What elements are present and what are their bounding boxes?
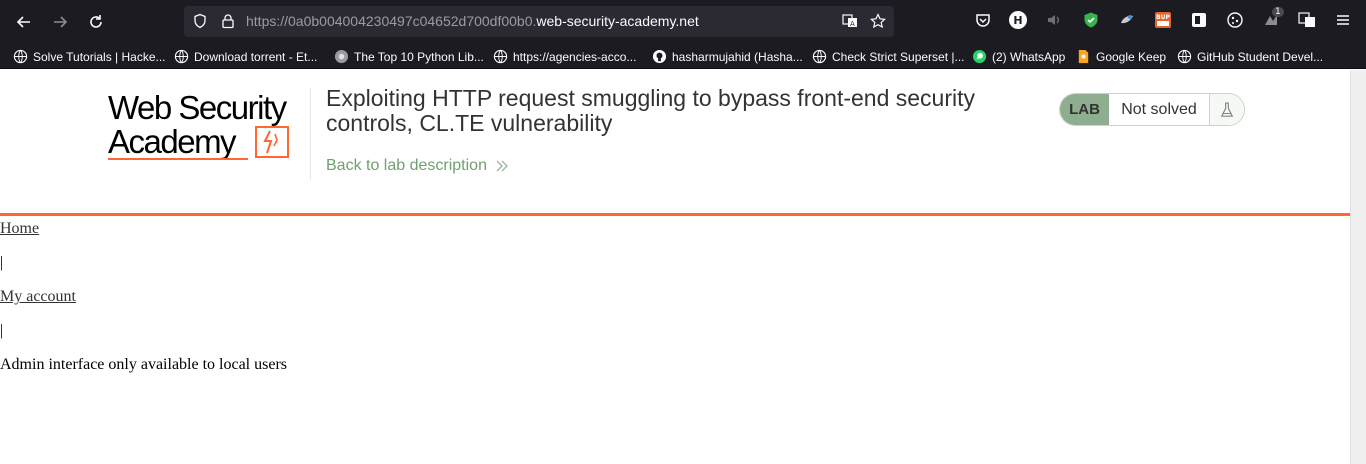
bookmark-item[interactable]: (2) WhatsApp <box>971 48 1065 65</box>
extension-icon[interactable] <box>1118 11 1136 29</box>
bookmark-item[interactable]: Solve Tutorials | Hacke... <box>12 48 166 65</box>
bookmark-item[interactable]: GitHub Student Devel... <box>1176 48 1323 65</box>
bookmark-label: https://agencies-acco... <box>513 49 637 64</box>
globe-icon <box>492 49 508 65</box>
menu-icon[interactable] <box>1334 11 1352 29</box>
notification-badge: 1 <box>1272 7 1284 17</box>
translate-icon[interactable] <box>1298 11 1316 29</box>
lab-title: Exploiting HTTP request smuggling to byp… <box>326 85 975 136</box>
logo-line2: Academy <box>108 123 237 160</box>
address-bar[interactable]: https://0a0b004004230497c04652d700df00b0… <box>184 6 894 37</box>
bookmark-label: (2) WhatsApp <box>992 49 1066 64</box>
bookmark-item[interactable]: Download torrent - Et... <box>173 48 317 65</box>
bookmark-label: hasharmujahid (Hasha... <box>672 49 803 64</box>
github-icon <box>651 49 667 65</box>
extension-h-icon[interactable]: H <box>1009 11 1027 29</box>
lab-badge: LAB <box>1060 94 1109 125</box>
double-chevron-right-icon <box>496 160 508 172</box>
bookmark-item[interactable]: Google Keep <box>1075 48 1166 65</box>
back-icon[interactable] <box>12 10 36 34</box>
globe-icon <box>1176 49 1192 65</box>
bookmark-label: GitHub Student Devel... <box>1197 49 1324 64</box>
logo-mark-icon <box>255 126 289 158</box>
header-rule <box>0 213 1350 216</box>
nav-account[interactable]: My account <box>0 288 76 306</box>
cookie-icon[interactable] <box>1226 11 1244 29</box>
academy-logo[interactable]: Web Security Academy <box>108 90 308 162</box>
back-to-lab-link[interactable]: Back to lab description <box>326 157 509 175</box>
nav-home[interactable]: Home <box>0 220 39 238</box>
nav-separator: | <box>0 254 4 271</box>
lab-status-widget: LAB Not solved <box>1059 93 1245 126</box>
bookmark-label: Solve Tutorials | Hacke... <box>33 49 166 64</box>
star-icon[interactable] <box>870 13 886 33</box>
speaker-icon[interactable] <box>1045 11 1063 29</box>
my-account-link[interactable]: My account <box>0 288 76 305</box>
header-divider <box>310 88 311 180</box>
globe-icon <box>173 49 189 65</box>
globe-icon <box>811 49 827 65</box>
extension-icon[interactable] <box>1190 11 1208 29</box>
home-link[interactable]: Home <box>0 220 39 237</box>
url-domain: web-security-academy.net <box>536 13 699 29</box>
back-link-label: Back to lab description <box>326 157 487 174</box>
url-text[interactable]: https://0a0b004004230497c04652d700df00b0… <box>246 13 699 29</box>
bookmark-item[interactable]: https://agencies-acco... <box>492 48 636 65</box>
bookmark-label: Google Keep <box>1096 49 1167 64</box>
notification-icon[interactable]: 1 <box>1262 7 1284 29</box>
globe-icon <box>12 49 28 65</box>
pocket-icon[interactable] <box>974 11 992 29</box>
site-icon <box>333 49 349 65</box>
lab-status-text: Not solved <box>1109 94 1209 125</box>
flask-icon <box>1209 94 1244 125</box>
bookmark-label: The Top 10 Python Lib... <box>354 49 484 64</box>
nav-separator: | <box>0 322 4 339</box>
keep-icon <box>1075 49 1091 65</box>
url-prefix: https://0a0b004004230497c04652d700df00b0… <box>246 13 537 29</box>
browser-toolbar: https://0a0b004004230497c04652d700df00b0… <box>0 0 1366 44</box>
svg-text:BUP: BUP <box>1156 14 1170 21</box>
bookmark-label: Download torrent - Et... <box>194 49 318 64</box>
bookmark-label: Check Strict Superset |... <box>832 49 965 64</box>
forward-icon[interactable] <box>48 10 72 34</box>
shield-icon[interactable] <box>192 13 208 33</box>
bookmark-item[interactable]: hasharmujahid (Hasha... <box>651 48 803 65</box>
adblock-icon[interactable] <box>1082 11 1100 29</box>
reload-icon[interactable] <box>84 10 108 34</box>
svg-text:A: A <box>850 20 855 28</box>
logo-line1: Web Security <box>108 89 287 126</box>
bookmark-item[interactable]: The Top 10 Python Lib... <box>333 48 484 65</box>
lock-icon[interactable] <box>220 13 236 33</box>
bookmarks-bar: Solve Tutorials | Hacke... Download torr… <box>0 44 1366 69</box>
burp-icon[interactable]: BUP <box>1154 11 1172 29</box>
bookmark-item[interactable]: Check Strict Superset |... <box>811 48 965 65</box>
translate-icon[interactable]: A <box>842 13 858 33</box>
scrollbar[interactable] <box>1350 70 1366 464</box>
admin-message: Admin interface only available to local … <box>0 356 288 373</box>
whatsapp-icon <box>971 49 987 65</box>
logo-underline <box>108 158 248 160</box>
